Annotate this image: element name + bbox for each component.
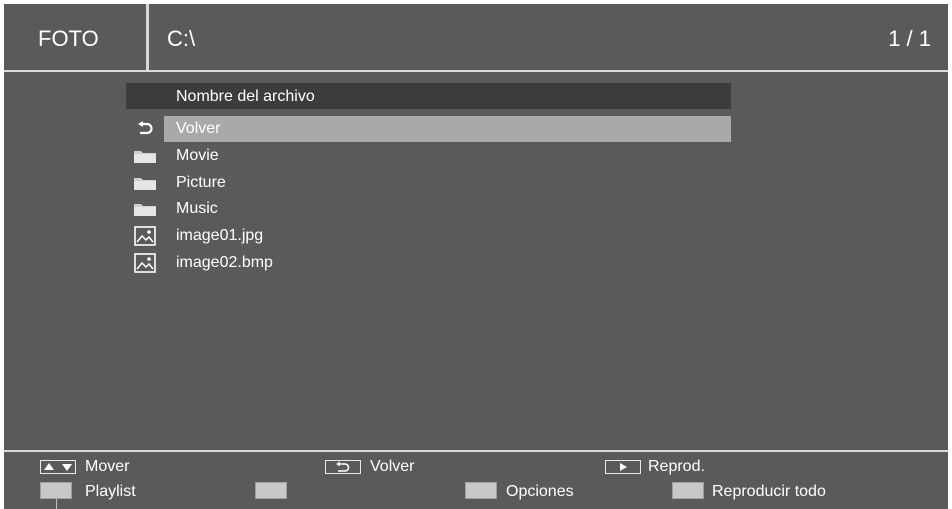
- mode-title: FOTO: [38, 26, 99, 51]
- list-item-image-file[interactable]: image02.bmp: [126, 250, 731, 276]
- header-bar: FOTO C:\ 1 / 1: [4, 4, 948, 72]
- up-down-arrows-icon: [40, 460, 76, 474]
- color-key-3-icon: [465, 482, 497, 499]
- back-key-icon: [325, 460, 361, 474]
- hint-playlist-label: Playlist: [85, 483, 136, 500]
- list-item-label: image01.jpg: [176, 227, 264, 244]
- column-header-label: Nombre del archivo: [176, 88, 315, 105]
- hint-back-label: Volver: [370, 458, 415, 475]
- current-path: C:\: [167, 26, 196, 51]
- list-item-label: Picture: [176, 174, 226, 191]
- hint-play-all-label: Reproducir todo: [712, 483, 826, 500]
- image-file-icon: [126, 223, 164, 249]
- hint-options-label: Opciones: [506, 483, 574, 500]
- list-item-folder[interactable]: Picture: [126, 170, 731, 196]
- column-header-filename[interactable]: Nombre del archivo: [126, 83, 731, 109]
- page-indicator: 1 / 1: [888, 26, 931, 51]
- folder-icon: [126, 196, 164, 222]
- color-key-1-icon: [40, 482, 72, 499]
- color-key-2-icon: [255, 482, 287, 499]
- back-icon: [126, 116, 164, 142]
- list-item-label: Music: [176, 200, 218, 217]
- photo-browser-screen: FOTO C:\ 1 / 1 Nombre del archivo Volver…: [4, 4, 948, 509]
- image-file-icon: [126, 250, 164, 276]
- play-key-icon: [605, 460, 641, 474]
- list-item-label: Volver: [176, 120, 221, 137]
- hint-play-label: Reprod.: [648, 458, 705, 475]
- list-item-label: Movie: [176, 147, 219, 164]
- color-key-4-icon: [672, 482, 704, 499]
- header-bottom-divider: [4, 70, 948, 72]
- list-item-image-file[interactable]: image01.jpg: [126, 223, 731, 249]
- selection-highlight: [164, 116, 731, 142]
- header-divider: [146, 4, 149, 72]
- list-item-back[interactable]: Volver: [126, 116, 731, 142]
- list-item-folder[interactable]: Movie: [126, 143, 731, 169]
- folder-icon: [126, 170, 164, 196]
- folder-icon: [126, 143, 164, 169]
- list-item-label: image02.bmp: [176, 254, 273, 271]
- key-stem: [56, 499, 57, 509]
- list-item-folder[interactable]: Music: [126, 196, 731, 222]
- footer-divider: [4, 450, 948, 452]
- hint-move-label: Mover: [85, 458, 130, 475]
